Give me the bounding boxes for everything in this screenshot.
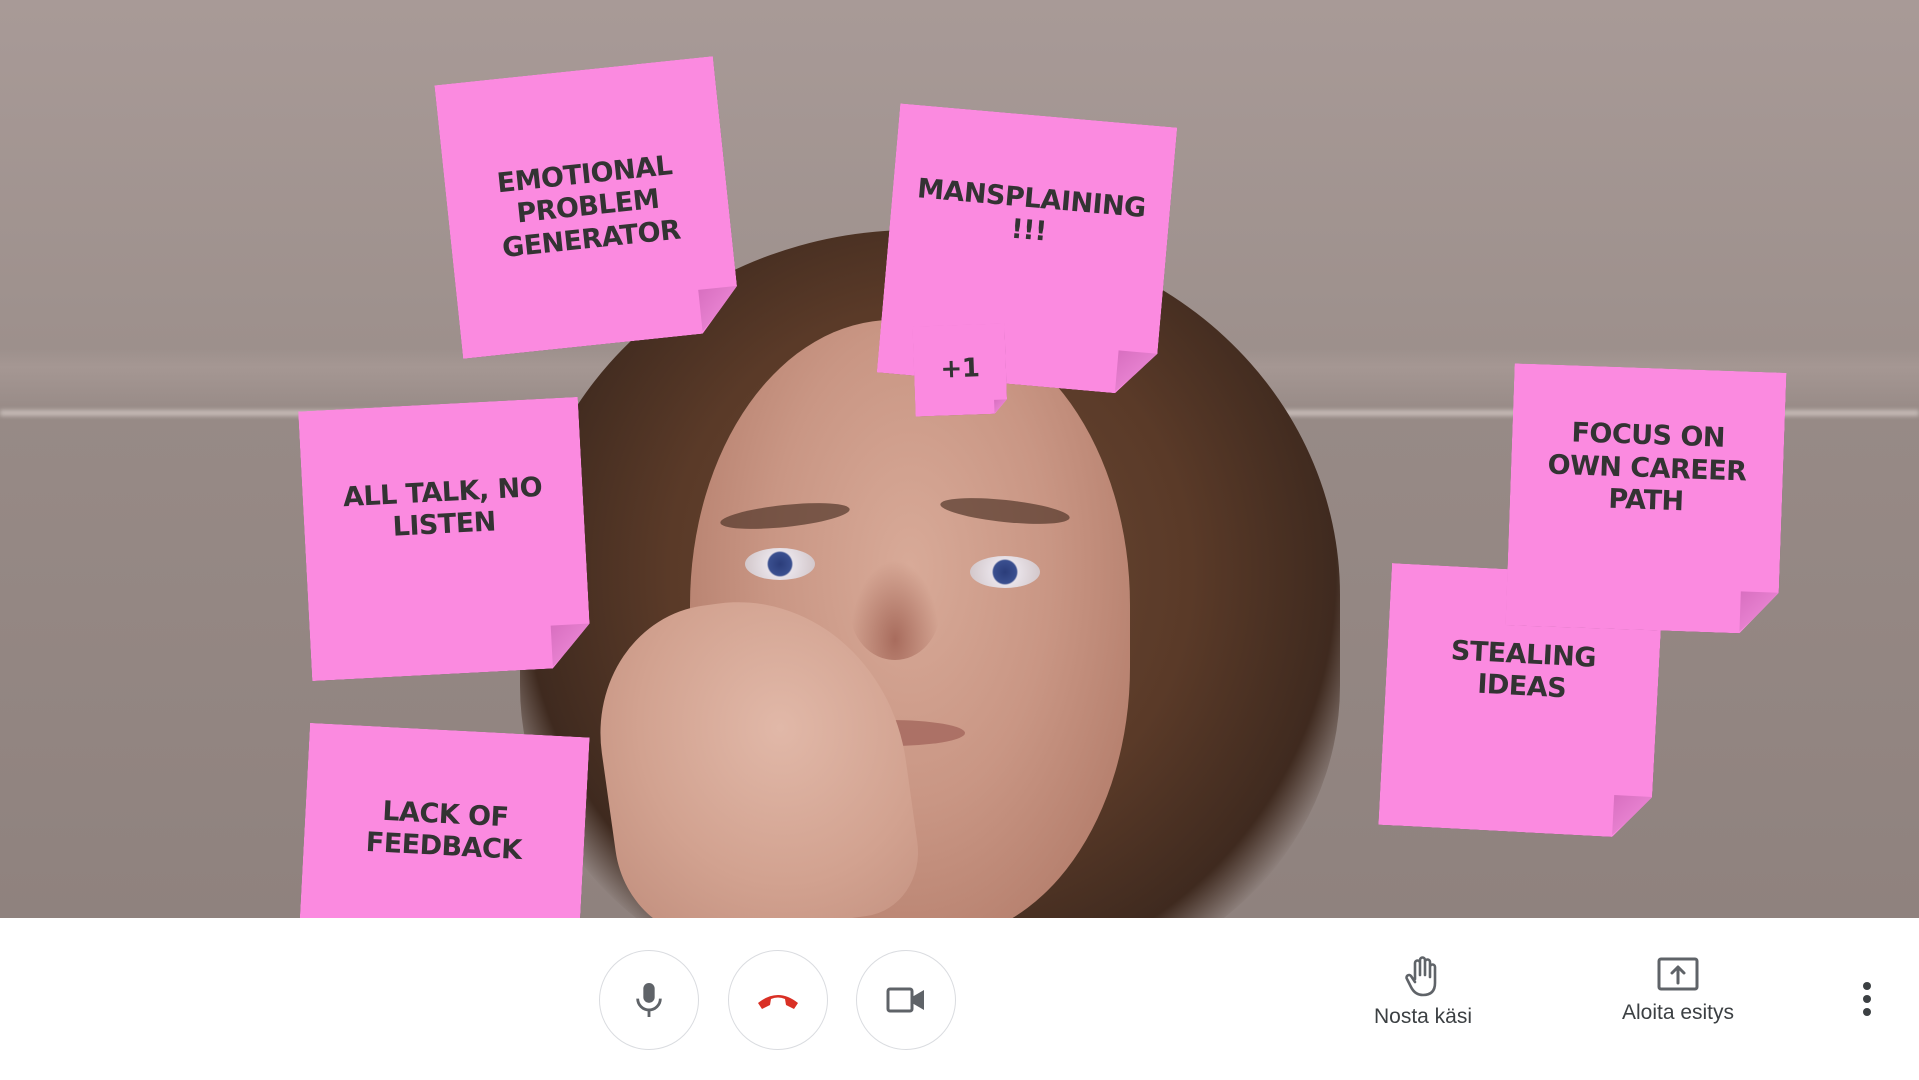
participant-nose xyxy=(850,560,940,660)
sticky-note-focus: FOCUS ON OWN CAREER PATH xyxy=(1506,363,1787,634)
present-screen-icon xyxy=(1657,957,1699,991)
note-label: +1 xyxy=(940,353,980,386)
sticky-note-all-talk: ALL TALK, NO LISTEN xyxy=(298,397,592,681)
sticky-note-emotional: EMOTIONAL PROBLEM GENERATOR xyxy=(434,56,741,359)
camera-button[interactable] xyxy=(856,950,956,1050)
raise-hand-label: Nosta käsi xyxy=(1373,1005,1473,1028)
end-call-button[interactable] xyxy=(728,950,828,1050)
phone-hangup-icon xyxy=(758,995,798,1009)
right-eye xyxy=(970,556,1040,588)
present-label: Aloita esitys xyxy=(1621,1001,1735,1024)
note-label: ALL TALK, NO LISTEN xyxy=(342,471,543,543)
microphone-button[interactable] xyxy=(599,950,699,1050)
present-button[interactable]: Aloita esitys xyxy=(1598,955,1758,1045)
note-label: LACK OF FEEDBACK xyxy=(365,795,523,867)
hand-icon xyxy=(1405,956,1437,997)
more-vertical-icon xyxy=(1863,982,1871,1016)
sticky-note-plus-one: +1 xyxy=(912,323,1007,416)
microphone-icon xyxy=(636,983,662,1017)
note-label: MANSPLAINING !!! xyxy=(916,172,1148,248)
note-label: STEALING IDEAS xyxy=(1450,634,1597,705)
note-label: FOCUS ON OWN CAREER PATH xyxy=(1547,417,1748,518)
raise-hand-button[interactable]: Nosta käsi xyxy=(1343,955,1503,1045)
video-camera-icon xyxy=(886,987,924,1013)
more-options-button[interactable] xyxy=(1850,976,1884,1022)
note-label: EMOTIONAL PROBLEM GENERATOR xyxy=(495,149,682,264)
left-eye xyxy=(745,548,815,580)
